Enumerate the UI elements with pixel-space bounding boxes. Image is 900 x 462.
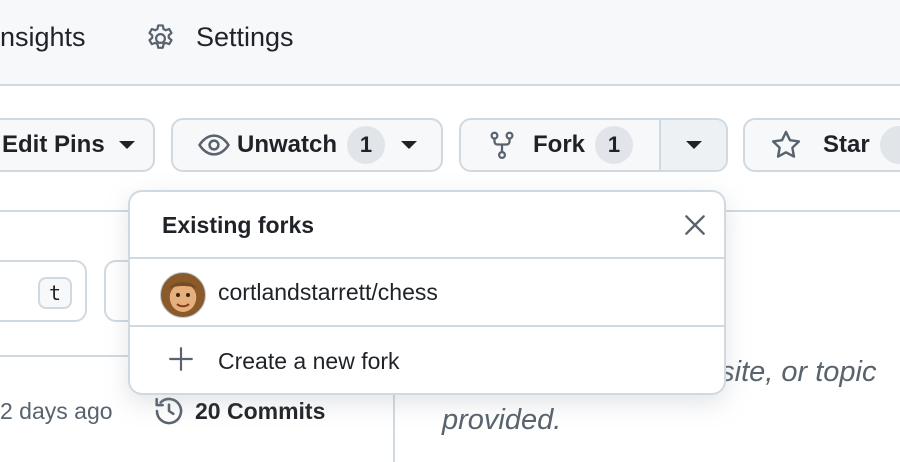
watchers-counter: 1 — [347, 126, 386, 164]
edit-pins-button[interactable]: Edit Pins — [0, 118, 155, 172]
repo-tab-bar: nsights Settings — [0, 0, 900, 86]
fork-list-item[interactable]: cortlandstarrett/chess — [130, 259, 724, 325]
unwatch-button[interactable]: Unwatch 1 — [171, 118, 443, 172]
avatar — [160, 272, 206, 318]
fork-dropdown-button[interactable] — [661, 120, 726, 170]
about-text-line: provided. — [442, 404, 562, 436]
stars-counter — [879, 126, 900, 164]
commits-link[interactable]: 20 Commits — [152, 394, 325, 428]
unwatch-label: Unwatch — [237, 131, 338, 158]
content-divider — [0, 210, 130, 212]
fork-button[interactable]: Fork 1 — [461, 120, 661, 170]
tab-insights-label: nsights — [0, 22, 86, 52]
create-fork-link[interactable]: Create a new fork — [130, 327, 724, 393]
last-updated-text: 2 days ago — [0, 398, 113, 424]
popover-title: Existing forks — [162, 212, 315, 238]
create-fork-label: Create a new fork — [218, 348, 400, 374]
commits-label: 20 Commits — [195, 397, 326, 424]
content-divider — [724, 210, 900, 212]
close-icon[interactable] — [682, 212, 708, 238]
chevron-down-icon — [685, 141, 702, 149]
star-icon — [771, 130, 801, 158]
star-button[interactable]: Star — [743, 118, 900, 172]
plus-icon — [169, 347, 193, 371]
chevron-down-icon — [401, 141, 418, 149]
repo-forked-icon — [490, 131, 514, 160]
edit-pins-label: Edit Pins — [2, 131, 105, 158]
gear-icon — [148, 24, 173, 49]
avatar-face-icon — [169, 282, 197, 312]
tab-insights[interactable]: nsights — [0, 22, 86, 53]
star-label: Star — [823, 131, 870, 158]
forks-counter: 1 — [595, 126, 634, 164]
about-text-line: bsite, or topic — [704, 356, 877, 388]
history-icon — [155, 397, 183, 425]
fork-button-group: Fork 1 — [459, 118, 728, 172]
fork-label: Fork — [533, 131, 586, 158]
tab-settings[interactable]: Settings — [196, 22, 294, 53]
fork-name: cortlandstarrett/chess — [218, 279, 438, 305]
keyboard-shortcut-hint: t — [38, 277, 72, 309]
eye-icon — [198, 134, 230, 156]
existing-forks-popover: Existing forks cortlandstarrett/chess Cr… — [128, 190, 726, 395]
chevron-down-icon — [118, 141, 135, 149]
kbd-key-label: t — [48, 281, 62, 305]
tab-settings-label: Settings — [196, 22, 294, 52]
